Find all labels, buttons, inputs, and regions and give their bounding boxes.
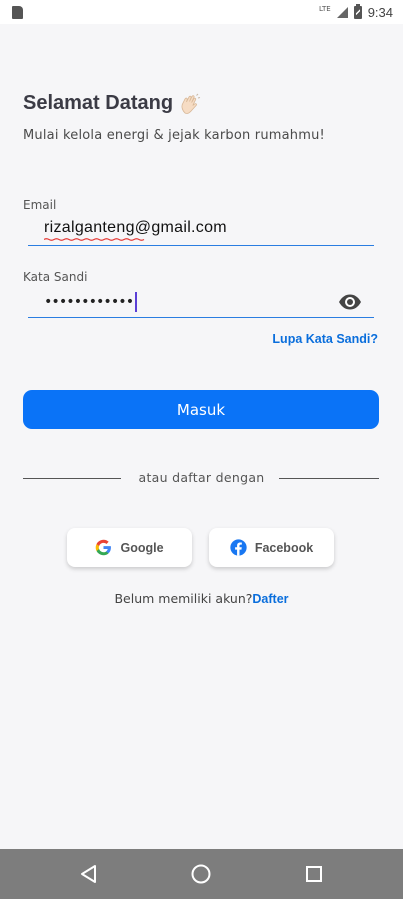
network-type: LTE [319, 5, 331, 13]
login-button[interactable]: Masuk [23, 390, 379, 429]
signup-link[interactable]: Dafter [252, 592, 288, 606]
navigation-bar [0, 849, 403, 899]
home-icon[interactable] [189, 862, 213, 886]
status-time: 9:34 [367, 4, 393, 20]
recents-icon[interactable] [302, 862, 326, 886]
signal-icon [336, 6, 348, 18]
divider-right [279, 478, 379, 479]
spellcheck-underline [44, 238, 145, 241]
battery-charging-icon [353, 3, 362, 19]
signup-row: Belum memiliki akun?Dafter [0, 591, 403, 606]
forgot-password-link[interactable]: Lupa Kata Sandi? [272, 332, 378, 346]
google-label: Google [120, 540, 164, 555]
password-label: Kata Sandi [23, 270, 88, 284]
email-underline [28, 245, 374, 246]
facebook-icon [230, 539, 247, 556]
waving-hand-icon [179, 93, 201, 115]
no-account-text: Belum memiliki akun? [114, 591, 253, 606]
page-title: Selamat Datang [23, 92, 174, 114]
password-field[interactable]: •••••••••••• [44, 292, 138, 312]
facebook-label: Facebook [254, 540, 314, 555]
eye-icon[interactable] [338, 293, 362, 311]
subtitle: Mulai kelola energi & jejak karbon rumah… [23, 128, 325, 143]
status-bar: LTE 9:34 [0, 0, 403, 24]
email-label: Email [23, 198, 57, 212]
password-dots: •••••••••••• [44, 294, 134, 310]
google-icon [95, 539, 112, 556]
password-underline [28, 317, 374, 318]
facebook-button[interactable]: Facebook [209, 528, 334, 567]
back-icon[interactable] [77, 862, 101, 886]
email-field[interactable]: rizalganteng@gmail.com [44, 219, 227, 237]
text-caret [135, 292, 138, 312]
welcome-heading: Selamat Datang [23, 92, 201, 115]
sd-card-icon [12, 5, 23, 19]
google-button[interactable]: Google [67, 528, 192, 567]
